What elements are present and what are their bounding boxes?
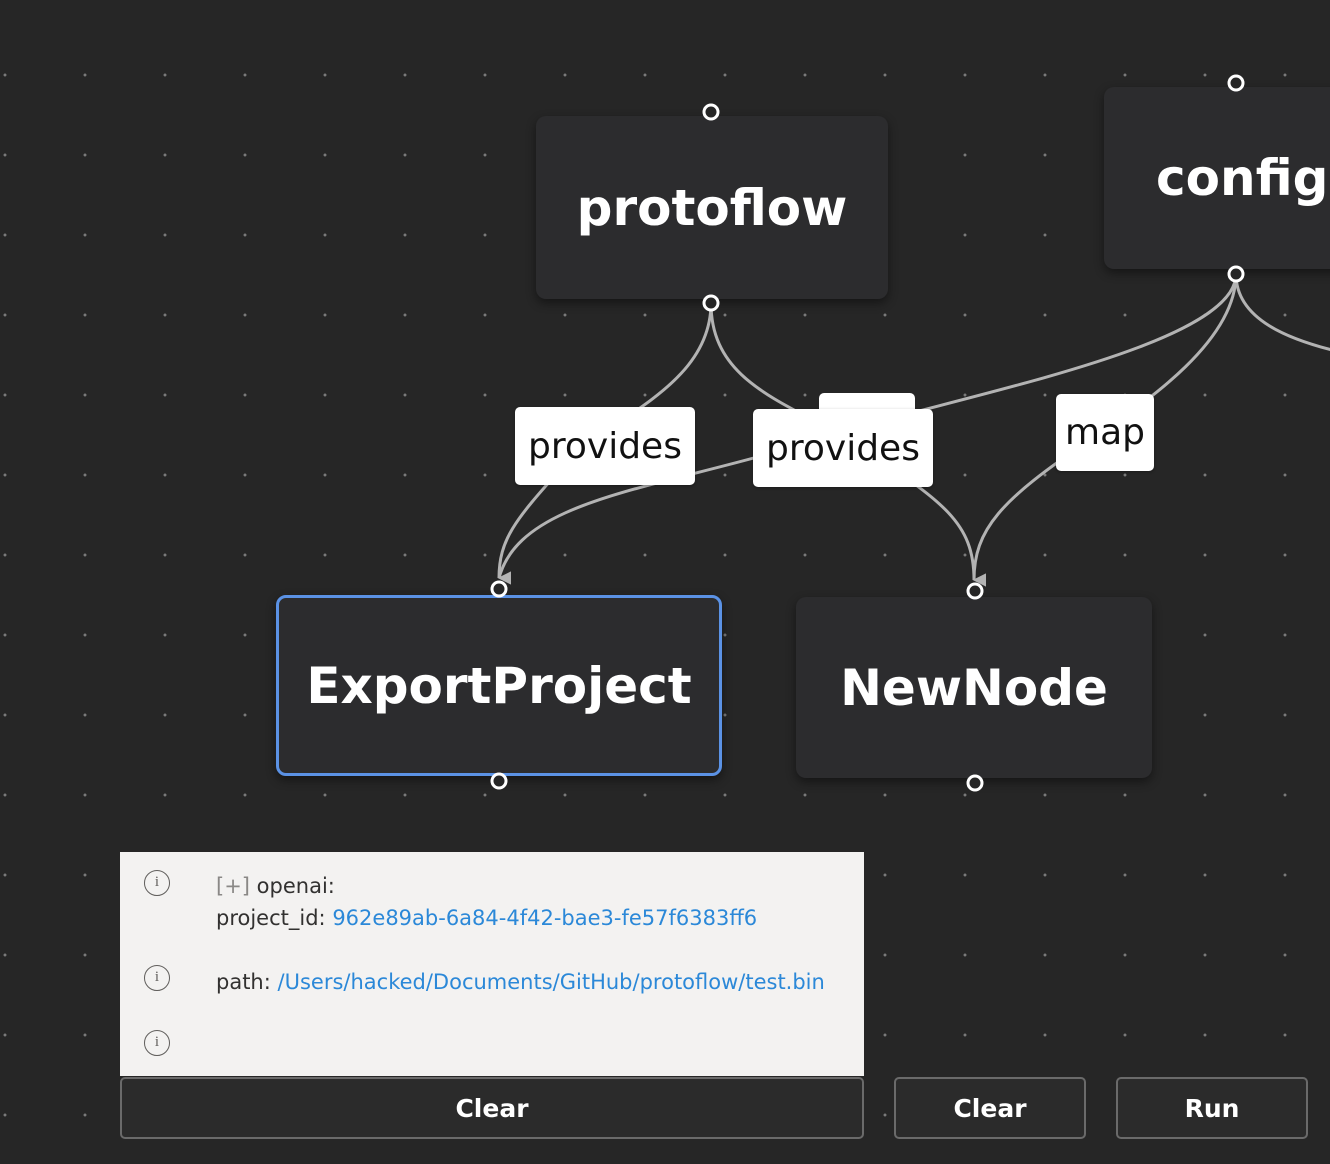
edge-label-map[interactable]: map [1056,394,1154,471]
log-panel: i [+] openai: project_id: 962e89ab-6a84-… [120,852,864,1076]
log-entry-heading: openai: [256,874,335,898]
edge-config-offscreen[interactable] [1234,273,1330,352]
config-output-handle[interactable] [1227,265,1245,283]
log-entry-value: 962e89ab-6a84-4f42-bae3-fe57f6383ff6 [332,906,758,930]
log-entry-value: /Users/hacked/Documents/GitHub/protoflow… [277,970,825,994]
edge-label-provides-2[interactable]: provides [753,409,933,487]
log-entry: path: /Users/hacked/Documents/GitHub/pro… [216,966,825,998]
log-entry: [+] openai: project_id: 962e89ab-6a84-4f… [216,870,757,934]
edge-label-provides-1[interactable]: provides [515,407,695,485]
clear-button[interactable]: Clear [894,1077,1086,1139]
node-protoflow-label: protoflow [576,178,848,237]
protoflow-input-handle[interactable] [702,103,720,121]
newnode-input-handle[interactable] [966,582,984,600]
node-newnode[interactable]: NewNode [796,597,1152,778]
node-exportproject-label: ExportProject [306,656,692,715]
expand-toggle[interactable]: [+] [216,874,250,898]
exportproject-input-handle[interactable] [490,580,508,598]
node-config-label: config [1156,149,1329,207]
newnode-output-handle[interactable] [966,774,984,792]
config-input-handle[interactable] [1227,74,1245,92]
exportproject-output-handle[interactable] [490,772,508,790]
node-protoflow[interactable]: protoflow [536,116,888,299]
info-icon: i [144,870,170,896]
node-exportproject[interactable]: ExportProject [276,595,722,776]
protoflow-output-handle[interactable] [702,294,720,312]
node-newnode-label: NewNode [840,658,1108,717]
info-icon: i [144,965,170,991]
log-entry-key: project_id: [216,906,326,930]
clear-log-button[interactable]: Clear [120,1077,864,1139]
run-button[interactable]: Run [1116,1077,1308,1139]
node-config[interactable]: config [1104,87,1330,269]
info-icon: i [144,1030,170,1056]
log-entry-key: path: [216,970,271,994]
